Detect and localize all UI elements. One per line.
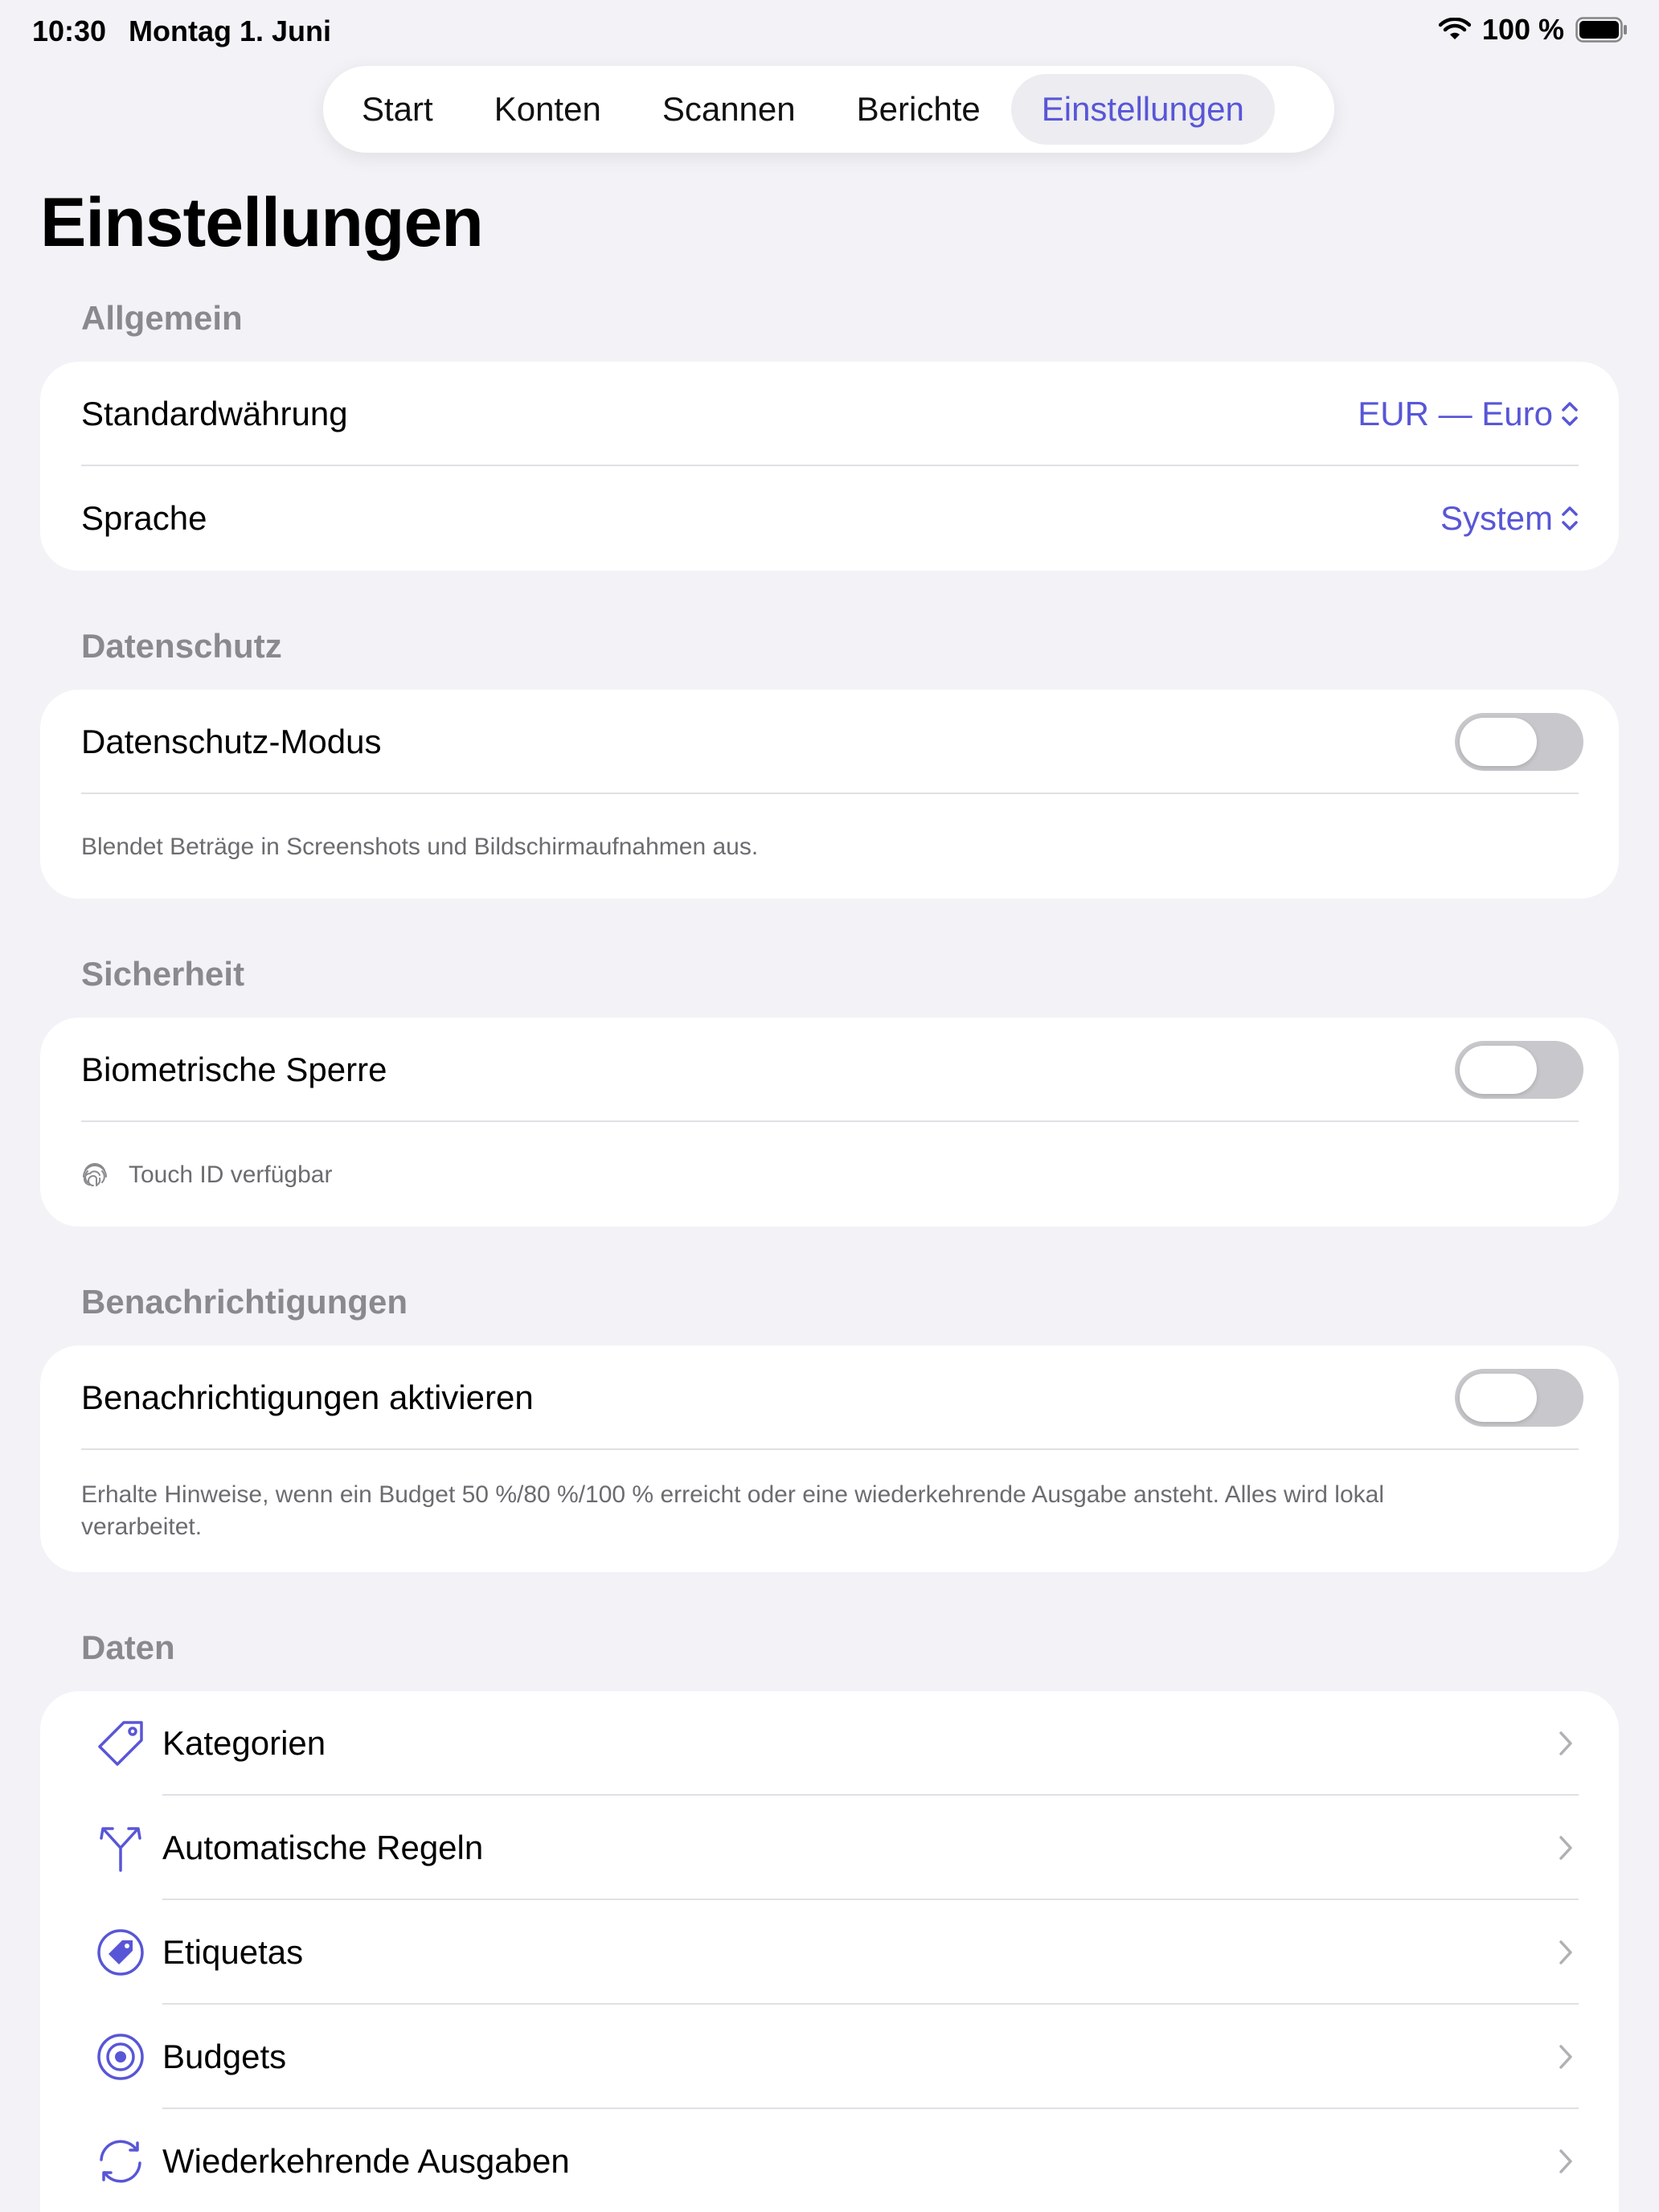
biometric-lock-label: Biometrische Sperre — [81, 1051, 387, 1088]
divider — [81, 793, 1579, 794]
privacy-card: Datenschutz-Modus Blendet Beträge in Scr… — [40, 690, 1619, 899]
tag-icon — [98, 1721, 143, 1766]
toggle-knob — [1460, 1374, 1537, 1422]
tag-circle-icon — [97, 1929, 144, 1976]
section-header-privacy: Datenschutz — [81, 627, 282, 665]
tab-bar: Start Konten Scannen Berichte Einstellun… — [323, 66, 1334, 153]
notifications-row: Benachrichtigungen aktivieren — [40, 1346, 1619, 1450]
data-item-label: Wiederkehrende Ausgaben — [162, 2142, 570, 2180]
chevron-right-icon — [1559, 1940, 1572, 1964]
notifications-footnote: Erhalte Hinweise, wenn ein Budget 50 %/8… — [81, 1481, 1384, 1540]
data-item-label: Kategorien — [162, 1724, 326, 1762]
currency-row[interactable]: Standardwährung EUR — Euro — [40, 362, 1619, 466]
privacy-footnote: Blendet Beträge in Screenshots und Bilds… — [81, 834, 759, 860]
data-item-wiederkehrende-ausgaben[interactable]: Wiederkehrende Ausgaben — [40, 2109, 1619, 2212]
general-card: Standardwährung EUR — Euro Sprache Syste… — [40, 362, 1619, 571]
biometric-lock-row: Biometrische Sperre — [40, 1018, 1619, 1122]
currency-value: EUR — Euro — [1358, 395, 1553, 432]
section-header-security: Sicherheit — [81, 955, 245, 993]
target-icon — [97, 2034, 144, 2080]
tab-einstellungen[interactable]: Einstellungen — [1010, 74, 1275, 145]
data-item-budgets[interactable]: Budgets — [40, 2005, 1619, 2109]
chevron-right-icon — [1559, 1836, 1572, 1860]
language-row[interactable]: Sprache System — [40, 466, 1619, 571]
section-header-data: Daten — [81, 1628, 175, 1666]
fingerprint-icon — [83, 1163, 107, 1186]
toggle-knob — [1460, 1046, 1537, 1094]
data-item-label: Budgets — [162, 2038, 287, 2075]
security-card: Biometrische Sperre Touch ID verfügbar — [40, 1018, 1619, 1227]
chevron-up-down-icon — [1562, 402, 1578, 426]
data-item-automatische-regeln[interactable]: Automatische Regeln — [40, 1796, 1619, 1900]
tab-start[interactable]: Start — [331, 74, 464, 145]
divider — [81, 1448, 1579, 1450]
split-arrow-icon — [100, 1827, 141, 1872]
status-time: 10:30 — [32, 14, 107, 47]
status-bar: 10:30 Montag 1. Juni 100 % — [0, 0, 1659, 64]
notifications-toggle[interactable] — [1455, 1369, 1583, 1427]
data-item-label: Etiquetas — [162, 1933, 304, 1971]
language-picker[interactable]: System — [1440, 499, 1579, 538]
data-item-label: Automatische Regeln — [162, 1829, 484, 1866]
tab-konten[interactable]: Konten — [464, 74, 632, 145]
tab-berichte[interactable]: Berichte — [826, 74, 1011, 145]
notifications-label: Benachrichtigungen aktivieren — [81, 1378, 534, 1416]
chevron-up-down-icon — [1562, 506, 1578, 530]
privacy-mode-row: Datenschutz-Modus — [40, 690, 1619, 794]
toggle-knob — [1460, 718, 1537, 766]
section-header-notifications: Benachrichtigungen — [81, 1283, 408, 1321]
repeat-icon — [100, 2140, 141, 2183]
section-header-general: Allgemein — [81, 299, 243, 337]
data-card: Kategorien Automatische Regeln Etiquetas… — [40, 1691, 1619, 2212]
currency-label: Standardwährung — [81, 395, 348, 432]
chevron-right-icon — [1559, 2045, 1572, 2069]
privacy-mode-toggle[interactable] — [1455, 713, 1583, 771]
wifi-icon — [1438, 18, 1471, 39]
biometric-lock-toggle[interactable] — [1455, 1041, 1583, 1099]
language-value: System — [1440, 499, 1553, 537]
status-date: Montag 1. Juni — [129, 14, 331, 47]
touch-id-footnote: Touch ID verfügbar — [129, 1161, 333, 1188]
battery-percent: 100 % — [1481, 13, 1564, 46]
battery-icon — [1575, 17, 1627, 43]
notifications-card: Benachrichtigungen aktivieren Erhalte Hi… — [40, 1346, 1619, 1572]
settings-screen: 10:30 Montag 1. Juni 100 % Start Konten … — [0, 0, 1659, 2212]
divider — [81, 1120, 1579, 1122]
status-indicators: 100 % — [1438, 13, 1628, 47]
privacy-mode-label: Datenschutz-Modus — [81, 723, 382, 760]
data-item-kategorien[interactable]: Kategorien — [40, 1691, 1619, 1796]
language-label: Sprache — [81, 499, 207, 537]
currency-picker[interactable]: EUR — Euro — [1358, 395, 1579, 433]
chevron-right-icon — [1559, 1731, 1572, 1755]
chevron-right-icon — [1559, 2149, 1572, 2173]
tab-scannen[interactable]: Scannen — [632, 74, 826, 145]
page-title: Einstellungen — [40, 184, 484, 261]
data-item-etiquetas[interactable]: Etiquetas — [40, 1900, 1619, 2005]
